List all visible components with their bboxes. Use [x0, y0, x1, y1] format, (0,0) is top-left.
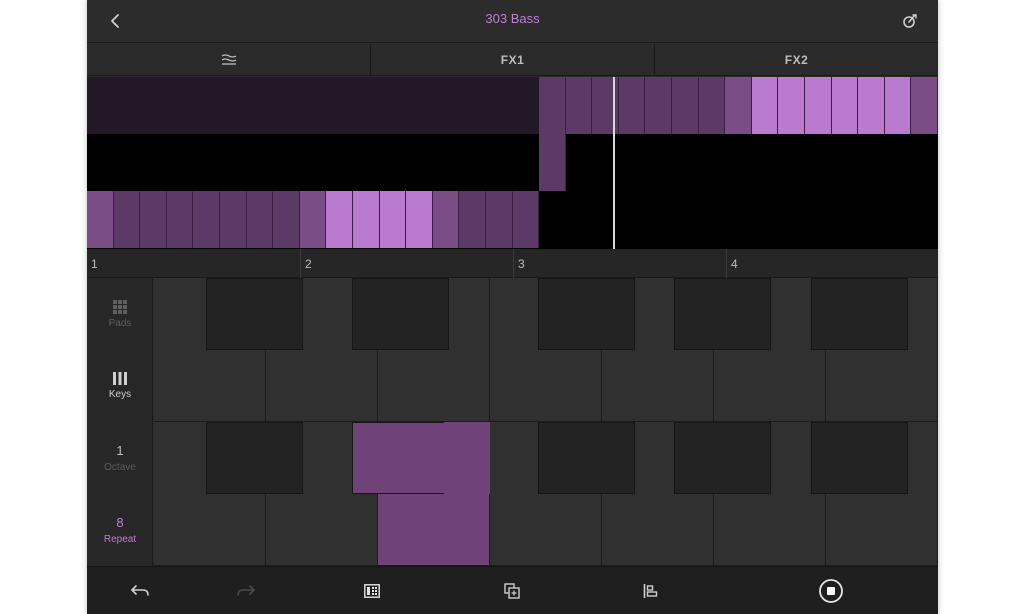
sequencer-step[interactable] [911, 77, 938, 134]
bar-ruler: 1 2 3 4 [87, 249, 938, 278]
black-key[interactable] [538, 278, 635, 350]
align-icon [643, 584, 658, 598]
sequencer-step[interactable] [353, 191, 380, 248]
sequencer-row[interactable] [87, 134, 938, 191]
bottom-toolbar [87, 566, 938, 614]
octave-label: Octave [104, 462, 136, 473]
keys-label: Keys [108, 389, 132, 400]
top-bar: 303 Bass [87, 0, 938, 43]
sequencer-step[interactable] [246, 191, 274, 248]
sequencer-step[interactable] [618, 77, 646, 134]
sequencer-step[interactable] [406, 191, 433, 248]
sequencer-step[interactable] [539, 77, 566, 134]
sequencer-step[interactable] [778, 77, 805, 134]
sequencer-step[interactable] [486, 191, 513, 248]
bar-marker: 2 [300, 249, 513, 278]
black-key[interactable] [206, 422, 303, 494]
sequencer-step[interactable] [220, 191, 247, 248]
sequencer-step[interactable] [672, 77, 699, 134]
sequencer-grid[interactable] [87, 77, 938, 249]
redo-icon [237, 585, 255, 596]
sequencer-step[interactable] [166, 191, 194, 248]
stop-button[interactable] [817, 578, 845, 604]
keys-button[interactable]: Keys [87, 350, 153, 422]
black-key[interactable] [538, 422, 635, 494]
sequencer-step[interactable] [565, 77, 593, 134]
sequencer-step[interactable] [539, 134, 566, 191]
undo-icon [131, 585, 149, 596]
bar-marker: 1 [91, 257, 98, 271]
black-key[interactable] [674, 278, 771, 350]
sequencer-step[interactable] [87, 191, 114, 248]
sequencer-step[interactable] [299, 191, 327, 248]
playhead [613, 77, 615, 249]
sequencer-row[interactable] [87, 77, 938, 134]
redo-button[interactable] [232, 578, 260, 604]
clip-block[interactable] [87, 77, 539, 134]
repeat-control[interactable]: 8 Repeat [87, 494, 153, 566]
bar-marker: 3 [513, 249, 726, 278]
tab-fx1[interactable]: FX1 [371, 44, 655, 75]
sequencer-step[interactable] [805, 77, 832, 134]
sequencer-step[interactable] [512, 191, 540, 248]
repeat-value: 8 [116, 515, 124, 530]
sequencer-step[interactable] [113, 191, 141, 248]
octave-value: 1 [116, 443, 124, 458]
sequencer-view-button[interactable] [358, 578, 386, 604]
sequencer-step[interactable] [858, 77, 885, 134]
instrument-title: 303 Bass [485, 11, 540, 26]
mode-sidebar: Pads Keys 1 Octave 8 Repeat [87, 278, 153, 566]
pads-label: Pads [108, 317, 132, 329]
black-key[interactable] [206, 278, 303, 350]
black-key[interactable] [674, 422, 771, 494]
black-key[interactable] [811, 278, 908, 350]
octave-control[interactable]: 1 Octave [87, 422, 153, 494]
sequencer-step[interactable] [645, 77, 672, 134]
undo-button[interactable] [126, 578, 154, 604]
sequencer-step[interactable] [751, 77, 779, 134]
tuner-button[interactable] [896, 8, 924, 34]
tab-bar: FX1 FX2 [87, 44, 938, 76]
repeat-label: Repeat [103, 534, 137, 545]
sequencer-step[interactable] [326, 191, 353, 248]
black-key[interactable] [811, 422, 908, 494]
sequencer-view-icon [364, 584, 380, 598]
sequencer-step[interactable] [725, 77, 752, 134]
piano-keyboard [154, 278, 938, 566]
sequencer-step[interactable] [379, 191, 407, 248]
tuner-icon [903, 14, 917, 28]
tab-fx2[interactable]: FX2 [655, 44, 938, 75]
duplicate-button[interactable] [498, 578, 526, 604]
sequencer-step[interactable] [193, 191, 220, 248]
bar-marker: 4 [726, 249, 938, 278]
app-window: 303 Bass FX1 FX2 1 2 3 4 Pads Keys 1 Oct… [87, 0, 938, 614]
stop-icon [819, 579, 843, 603]
waveform-icon [221, 53, 236, 65]
tab-waveform[interactable] [87, 44, 371, 75]
sequencer-step[interactable] [459, 191, 486, 248]
sequencer-step[interactable] [432, 191, 460, 248]
sequencer-step[interactable] [831, 77, 859, 134]
pads-grid-icon [113, 299, 127, 314]
sequencer-step[interactable] [273, 191, 300, 248]
keys-icon [113, 372, 127, 385]
black-key[interactable] [352, 422, 449, 494]
pads-button[interactable]: Pads [87, 278, 153, 350]
sequencer-step[interactable] [884, 77, 912, 134]
align-button[interactable] [637, 578, 665, 604]
sequencer-step[interactable] [698, 77, 726, 134]
black-key[interactable] [352, 278, 449, 350]
duplicate-icon [504, 583, 520, 599]
active-key-highlight [444, 422, 490, 494]
sequencer-step[interactable] [140, 191, 167, 248]
sequencer-row[interactable] [87, 191, 938, 248]
